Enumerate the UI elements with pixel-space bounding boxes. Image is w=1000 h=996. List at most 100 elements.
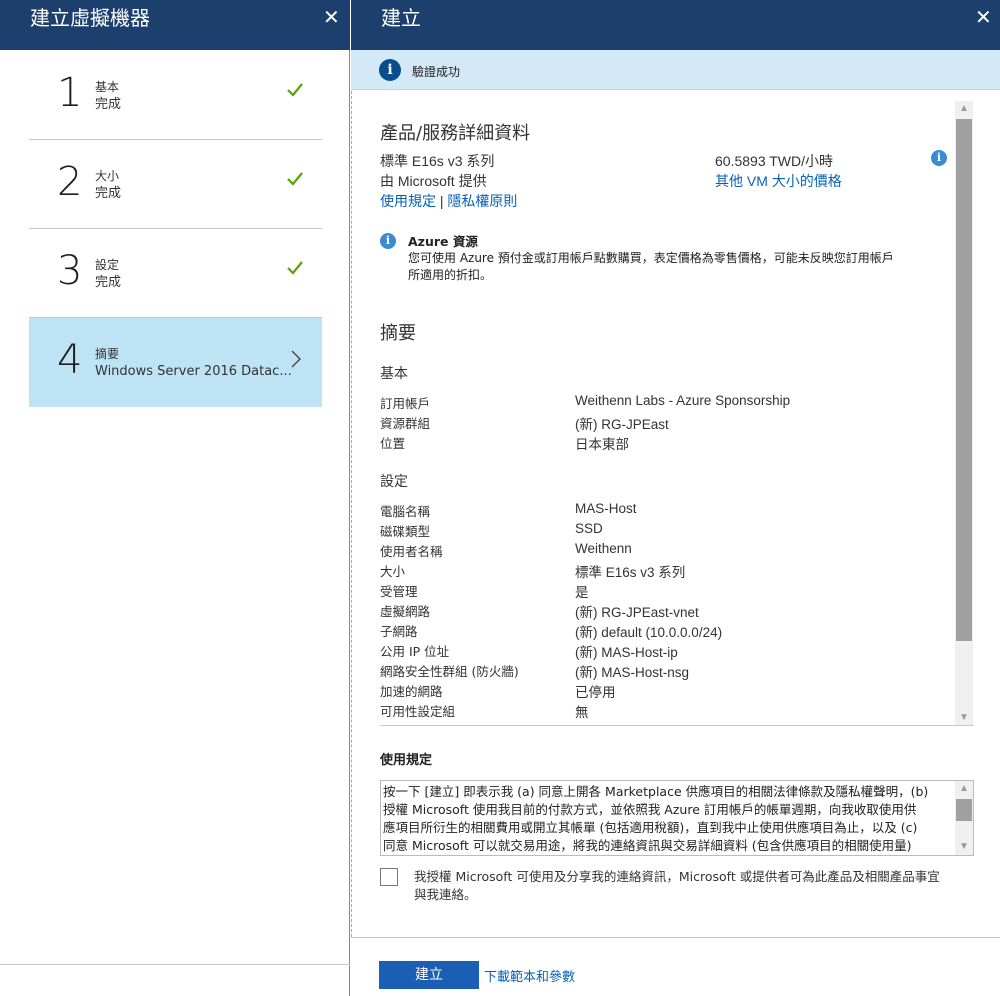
step-status: 完成 (95, 97, 122, 112)
row-label: 虛擬網路 (380, 604, 431, 619)
step-summary[interactable]: 4 摘要 Windows Server 2016 Datac... (29, 318, 322, 407)
create-button[interactable]: 建立 (379, 961, 479, 989)
privacy-policy-link[interactable]: 隱私權原則 (447, 193, 517, 209)
row-value: 標準 E16s v3 系列 (575, 565, 686, 580)
consent-line: 我授權 Microsoft 可使用及分享我的連絡資訊，Microsoft 或提供… (414, 869, 940, 884)
consent-label: 我授權 Microsoft 可使用及分享我的連絡資訊，Microsoft 或提供… (414, 868, 954, 904)
terms-heading: 使用規定 (380, 753, 433, 768)
step-name: 摘要 (95, 347, 120, 361)
scroll-up-icon[interactable]: ▲ (955, 101, 973, 117)
content-area: 產品/服務詳細資料 標準 E16s v3 系列 由 Microsoft 提供 使… (351, 91, 1000, 937)
row-value: 已停用 (575, 685, 616, 700)
row-label: 資源群組 (380, 416, 431, 431)
step-status: 完成 (95, 275, 122, 290)
link-separator: | (439, 193, 444, 209)
product-price: 60.5893 TWD/小時 (715, 153, 834, 169)
step-settings[interactable]: 3 設定 完成 (29, 229, 322, 318)
checkmark-icon (287, 172, 303, 186)
row-value: (新) MAS-Host-ip (575, 645, 678, 660)
terms-scrollbar[interactable]: ▲ ▼ (955, 781, 973, 855)
row-value: (新) MAS-Host-nsg (575, 665, 690, 680)
create-vm-blade: 建立虛擬機器 ✕ 1 基本 完成 2 大小 完成 3 設定 完成 4 摘要 Wi… (0, 0, 350, 996)
terms-text: 按一下 [建立] 即表示我 (a) 同意上開各 Marketplace 供應項目… (383, 783, 953, 855)
row-label: 使用者名稱 (380, 544, 443, 559)
row-label: 電腦名稱 (380, 504, 431, 519)
info-icon[interactable]: i (931, 150, 947, 166)
row-value: 日本東部 (575, 437, 629, 452)
azure-resource-title: Azure 資源 (408, 234, 478, 249)
terms-line: 同意 Microsoft 可以就交易用途，將我的連絡資訊與交易詳細資料 (包含供… (383, 838, 912, 853)
row-label: 可用性設定組 (380, 704, 456, 719)
step-name: 大小 (95, 169, 120, 183)
step-number: 2 (57, 159, 83, 205)
row-value: Weithenn (575, 541, 632, 556)
row-label: 磁碟類型 (380, 524, 431, 539)
row-label: 網路安全性群組 (防火牆) (380, 664, 519, 679)
row-label: 加速的網路 (380, 684, 443, 699)
product-sku: 標準 E16s v3 系列 (380, 153, 495, 169)
step-name: 設定 (95, 258, 120, 272)
product-provider: 由 Microsoft 提供 (380, 173, 487, 189)
terms-line: 應項目所衍生的相關費用或開立其帳單 (包括適用稅額)，直到我中止使用供應項目為止… (383, 820, 918, 835)
step-basics[interactable]: 1 基本 完成 (29, 51, 322, 140)
step-name: 基本 (95, 80, 120, 94)
checkmark-icon (287, 261, 303, 275)
consent-checkbox[interactable] (380, 868, 398, 886)
summary-scroll-area[interactable]: 產品/服務詳細資料 標準 E16s v3 系列 由 Microsoft 提供 使… (380, 101, 974, 726)
terms-textbox[interactable]: 按一下 [建立] 即表示我 (a) 同意上開各 Marketplace 供應項目… (380, 780, 974, 856)
step-status: Windows Server 2016 Datac... (95, 364, 292, 379)
row-value: (新) RG-JPEast-vnet (575, 605, 699, 620)
download-template-link[interactable]: 下載範本和參數 (484, 966, 575, 985)
row-label: 子網路 (380, 624, 418, 639)
row-label: 位置 (380, 436, 406, 451)
pricing-link[interactable]: 其他 VM 大小的價格 (715, 171, 842, 191)
right-blade-header: 建立 ✕ (351, 0, 1000, 50)
create-summary-blade: 建立 ✕ i 驗證成功 產品/服務詳細資料 標準 E16s v3 系列 由 Mi… (351, 0, 1000, 996)
basic-section-title: 基本 (380, 366, 408, 382)
validation-message: 驗證成功 (412, 65, 461, 79)
row-value: 無 (575, 705, 589, 720)
terms-line: 授權 Microsoft 使用我目前的付款方式，並依照我 Azure 訂用帳戶的… (383, 802, 917, 817)
row-value: Weithenn Labs - Azure Sponsorship (575, 393, 791, 408)
step-size[interactable]: 2 大小 完成 (29, 140, 322, 229)
scroll-up-icon[interactable]: ▲ (955, 781, 973, 797)
terms-line: 按一下 [建立] 即表示我 (a) 同意上開各 Marketplace 供應項目… (383, 784, 929, 799)
left-blade-header: 建立虛擬機器 ✕ (0, 0, 350, 50)
step-number: 1 (57, 70, 83, 116)
row-value: (新) RG-JPEast (575, 417, 669, 432)
row-label: 訂用帳戶 (380, 396, 431, 411)
row-label: 受管理 (380, 584, 418, 599)
footer-divider (351, 937, 1000, 938)
summary-heading: 摘要 (380, 323, 416, 344)
row-value: 是 (575, 585, 589, 600)
info-icon: i (379, 59, 401, 81)
product-links: 使用規定 | 隱私權原則 (380, 191, 517, 211)
step-number: 4 (57, 337, 83, 383)
right-blade-title: 建立 (381, 6, 421, 30)
chevron-right-icon (291, 350, 301, 368)
summary-scrollbar[interactable]: ▲ ▼ (955, 101, 973, 725)
scrollbar-thumb[interactable] (956, 799, 972, 821)
product-details-heading: 產品/服務詳細資料 (380, 123, 531, 144)
scroll-down-icon[interactable]: ▼ (955, 710, 973, 725)
row-value: (新) default (10.0.0.0/24) (575, 625, 723, 640)
scroll-down-icon[interactable]: ▼ (955, 839, 973, 855)
step-number: 3 (57, 248, 83, 294)
scrollbar-thumb[interactable] (956, 119, 972, 641)
checkmark-icon (287, 83, 303, 97)
row-value: SSD (575, 521, 603, 536)
consent-line: 與我連絡。 (414, 887, 477, 902)
divider (0, 964, 350, 965)
validation-banner: i 驗證成功 (351, 50, 1000, 90)
row-value: MAS-Host (575, 501, 637, 516)
step-status: 完成 (95, 186, 122, 201)
row-label: 公用 IP 位址 (380, 644, 450, 659)
azure-resource-note-line1: 您可使用 Azure 預付金或訂用帳戶點數購買，表定價格為零售價格，可能未反映您… (408, 251, 894, 265)
row-label: 大小 (380, 564, 406, 579)
terms-of-use-link[interactable]: 使用規定 (380, 193, 436, 209)
info-icon: i (380, 233, 396, 249)
azure-resource-note-line2: 所適用的折扣。 (408, 268, 493, 282)
close-icon[interactable]: ✕ (323, 8, 340, 28)
close-icon[interactable]: ✕ (975, 8, 992, 28)
left-blade-title: 建立虛擬機器 (30, 6, 150, 30)
